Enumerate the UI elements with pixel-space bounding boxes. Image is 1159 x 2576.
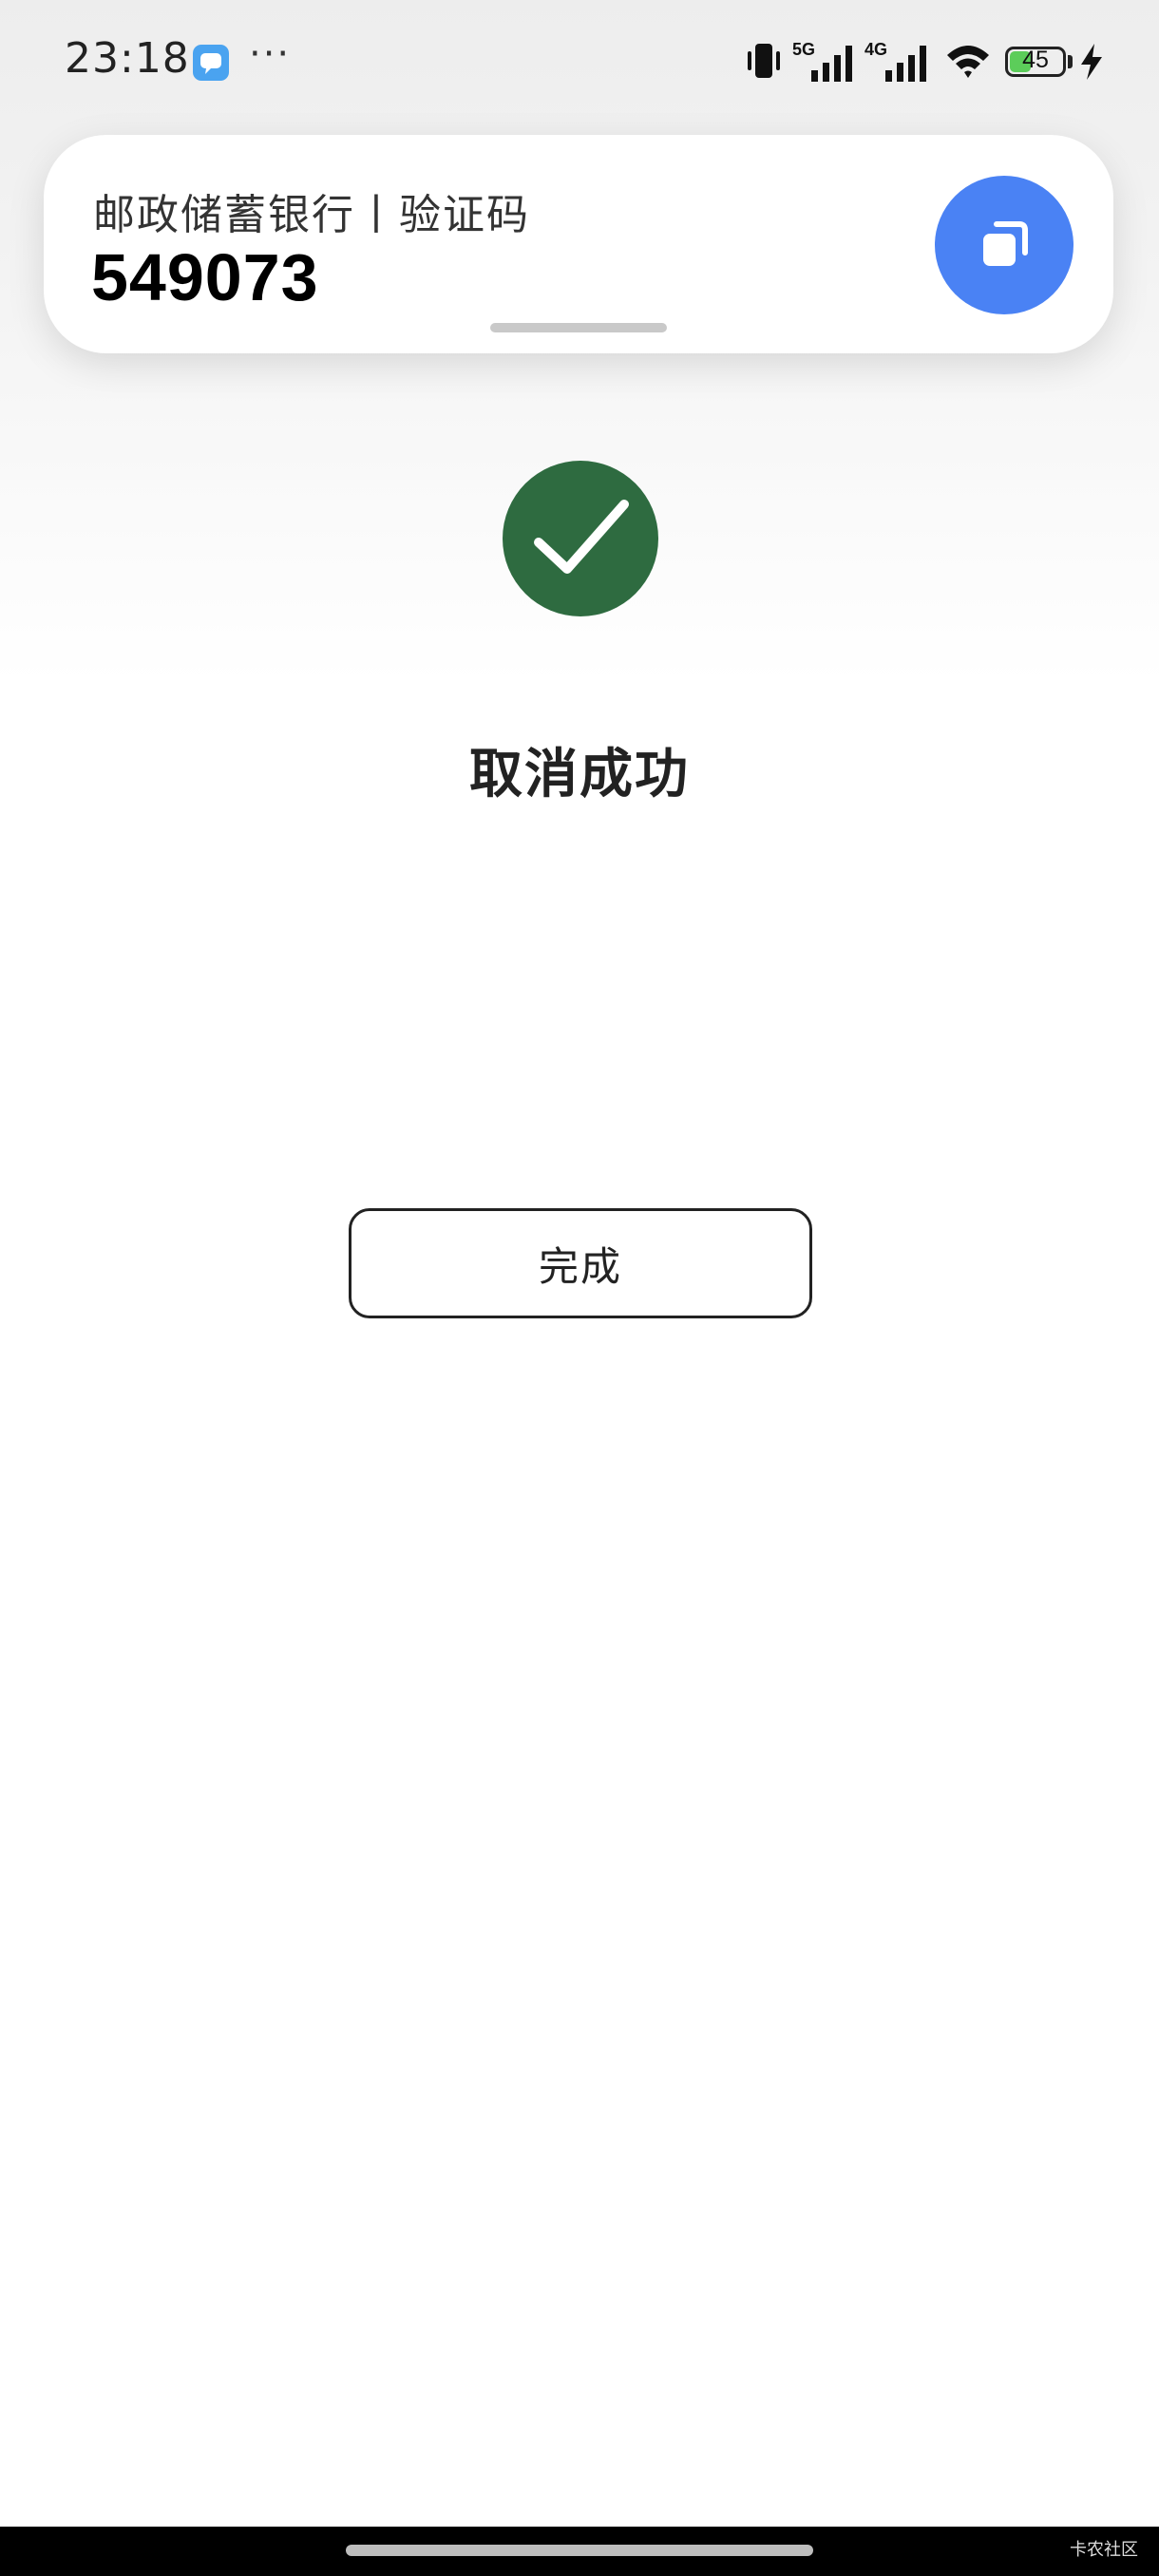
navigation-bar: 卡农社区	[0, 2527, 1159, 2576]
battery-level-text: 45	[1022, 47, 1049, 73]
notification-drag-handle[interactable]	[490, 323, 667, 332]
charging-icon	[1081, 44, 1102, 80]
copy-code-button[interactable]	[935, 176, 1074, 314]
vibrate-icon	[748, 44, 780, 78]
done-button[interactable]: 完成	[349, 1208, 812, 1318]
status-time: 23:18	[65, 34, 190, 83]
result-title: 取消成功	[469, 744, 690, 805]
success-check-badge	[503, 461, 658, 616]
signal-5g-icon: 5G	[792, 40, 852, 82]
watermark-text: 卡农社区	[1070, 2540, 1138, 2560]
more-notifications-icon: ···	[249, 32, 292, 76]
wifi-icon	[947, 46, 989, 78]
copy-icon	[983, 221, 1028, 266]
battery-tip	[1068, 55, 1073, 68]
check-icon	[534, 500, 629, 574]
svg-text:4G: 4G	[864, 40, 887, 59]
message-app-icon	[193, 45, 229, 81]
status-bar: 23:18 ··· 5G 4G 45	[0, 0, 1159, 123]
notification-title: 邮政储蓄银行丨验证码	[93, 191, 530, 239]
home-indicator[interactable]	[346, 2545, 813, 2556]
svg-text:5G: 5G	[792, 40, 815, 59]
battery-icon: 45	[1005, 47, 1066, 77]
verification-code-notification[interactable]: 邮政储蓄银行丨验证码 549073	[44, 135, 1113, 353]
verification-code: 549073	[91, 240, 319, 314]
signal-4g-icon: 4G	[864, 40, 926, 82]
